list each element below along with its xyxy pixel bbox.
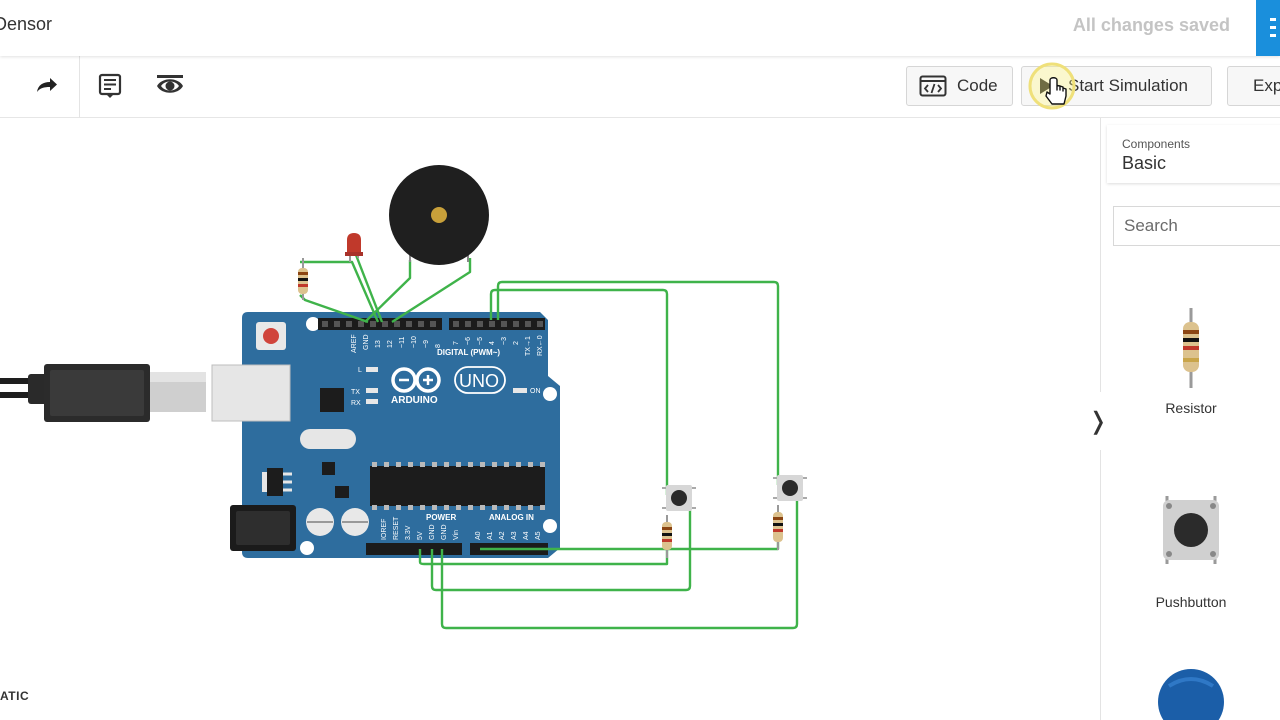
panel-collapse-button[interactable]: ❭ <box>1087 392 1109 450</box>
play-icon <box>1040 78 1053 94</box>
pin-label: GND <box>363 334 370 350</box>
uno-label: UNO <box>459 371 499 391</box>
search-input[interactable] <box>1113 206 1280 246</box>
mounting-hole <box>300 541 314 555</box>
redo-icon <box>37 78 57 92</box>
resistor-icon <box>1183 308 1199 388</box>
project-title[interactable]: Densor <box>0 14 52 35</box>
pin-label: 13 <box>375 340 382 348</box>
pin-label: ~5 <box>477 337 484 345</box>
export-button-label: Exp <box>1253 76 1280 95</box>
led-label-l: L <box>358 367 362 374</box>
eye-icon <box>157 75 183 93</box>
component-potentiometer[interactable] <box>1141 666 1241 720</box>
pin-label: 3.3V <box>405 525 412 540</box>
pin-label: 12 <box>387 340 394 348</box>
pin-label: 5V <box>417 531 424 540</box>
mounting-hole <box>306 317 320 331</box>
chevron-right-icon: ❭ <box>1087 407 1109 435</box>
notes-icon <box>98 73 122 98</box>
arduino-uno-board[interactable]: AREF GND 13 12 ~11 ~10 ~9 8 7 ~6 ~5 4 ~3… <box>211 312 560 558</box>
circuit-canvas[interactable]: AREF GND 13 12 ~11 ~10 ~9 8 7 ~6 ~5 4 ~3… <box>0 118 1100 720</box>
crystal <box>300 429 356 449</box>
pin-label: RESET <box>393 516 400 540</box>
share-button-edge[interactable] <box>1256 0 1280 56</box>
power-label: POWER <box>426 513 456 522</box>
save-status: All changes saved <box>1072 15 1230 35</box>
pin-label: A0 <box>475 531 482 540</box>
red-led[interactable] <box>345 233 363 262</box>
pin-label: A1 <box>487 531 494 540</box>
component-resistor[interactable]: Resistor <box>1141 308 1241 428</box>
led-label-rx: RX <box>351 400 361 407</box>
top-bar: Densor All changes saved <box>0 0 1280 56</box>
pin-label: AREF <box>351 334 358 353</box>
pin-label: TX→1 <box>525 336 532 356</box>
pin-label: A2 <box>499 531 506 540</box>
toolbar-divider <box>79 56 80 118</box>
pin-label: 4 <box>489 341 496 345</box>
tinkercad-editor: Densor All changes saved Code Start Simu… <box>0 0 1280 720</box>
usb-chip <box>320 388 344 412</box>
pin-label: RX←0 <box>537 335 544 356</box>
component-pushbutton[interactable]: Pushbutton <box>1141 490 1241 610</box>
pin-label: 2 <box>513 341 520 345</box>
pin-label: A3 <box>511 531 518 540</box>
components-type: Basic <box>1122 153 1167 173</box>
pin-label: IOREF <box>381 519 388 540</box>
start-simulation-label: Start Simulation <box>1068 76 1188 95</box>
visibility-button[interactable] <box>150 68 190 104</box>
led-label-on: ON <box>530 388 541 395</box>
pin-label: ~11 <box>399 337 406 348</box>
resistor[interactable] <box>298 258 308 300</box>
pin-label: ~6 <box>465 337 472 345</box>
toolbar: Code Start Simulation Exp <box>0 56 1280 118</box>
export-button[interactable]: Exp <box>1227 66 1280 106</box>
component-name: Resistor <box>1165 400 1217 416</box>
mounting-hole <box>543 519 557 533</box>
pin-label: Vin <box>453 530 460 540</box>
redo-button[interactable] <box>27 68 67 104</box>
components-label: Components <box>1122 137 1191 151</box>
components-dropdown[interactable]: Components Basic <box>1107 125 1280 183</box>
components-panel: Components Basic Resistor Pu <box>1100 118 1280 720</box>
code-button[interactable]: Code <box>906 66 1013 106</box>
potentiometer-icon <box>1158 669 1224 720</box>
pin-label: ~3 <box>501 337 508 345</box>
wire[interactable] <box>354 254 384 323</box>
usb-cable <box>0 364 206 422</box>
pin-label: GND <box>429 524 436 540</box>
digital-label: DIGITAL (PWM~) <box>437 348 500 357</box>
pin-label: GND <box>441 524 448 540</box>
code-icon <box>919 75 947 97</box>
piezo-buzzer[interactable] <box>389 165 489 265</box>
pushbutton[interactable] <box>773 475 807 501</box>
brand-corner-text: ATIC <box>0 689 30 703</box>
pin-label: A4 <box>523 531 530 540</box>
component-name: Pushbutton <box>1155 594 1227 610</box>
pushbutton[interactable] <box>662 485 696 511</box>
atmega-chip <box>370 466 545 506</box>
code-button-label: Code <box>957 76 998 95</box>
usb-port <box>211 364 291 422</box>
pushbutton-icon <box>1163 496 1219 564</box>
notes-button[interactable] <box>90 68 130 104</box>
resistor[interactable] <box>773 505 783 550</box>
mounting-hole <box>543 387 557 401</box>
pin-label: ~10 <box>411 336 418 348</box>
svg-text:ARDUINO: ARDUINO <box>391 395 438 406</box>
analog-label: ANALOG IN <box>489 513 534 522</box>
pin-label: ~9 <box>423 340 430 348</box>
resistor[interactable] <box>662 515 672 558</box>
power-header <box>366 543 462 555</box>
pin-label: A5 <box>535 531 542 540</box>
start-simulation-button[interactable]: Start Simulation <box>1021 66 1212 106</box>
pin-label: 7 <box>453 341 460 345</box>
led-label-tx: TX <box>351 389 360 396</box>
